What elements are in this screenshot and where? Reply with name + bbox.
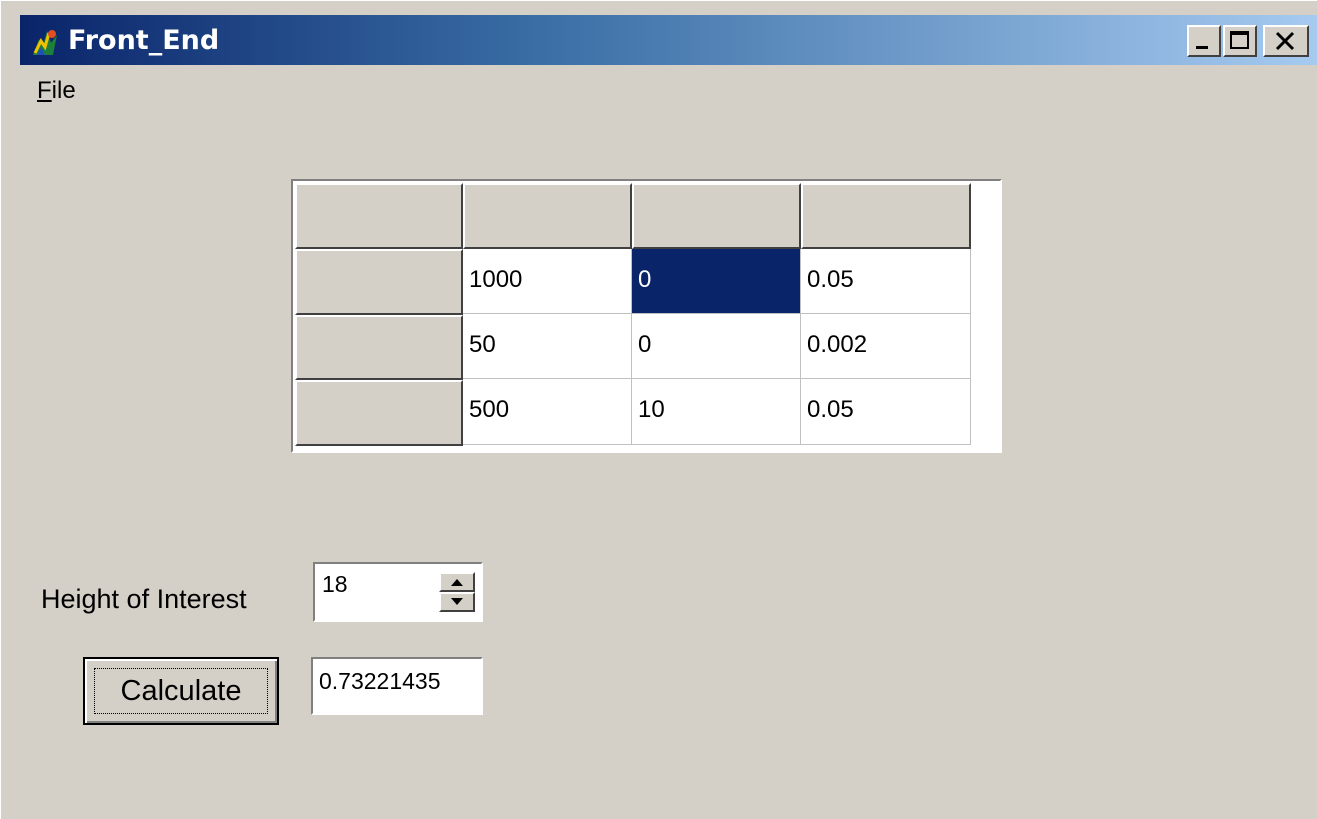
grid-cell[interactable]: 0 (632, 314, 801, 379)
height-of-interest-label: Height of Interest (41, 584, 247, 614)
arrow-up-icon (451, 579, 463, 586)
height-of-interest-spinner[interactable] (313, 562, 483, 622)
height-of-interest-input[interactable] (322, 570, 432, 598)
grid-column-header[interactable] (801, 183, 971, 249)
grid-row-header[interactable] (295, 249, 463, 315)
maximize-icon (1230, 31, 1249, 49)
arrow-down-icon (451, 598, 463, 605)
close-button[interactable] (1263, 25, 1309, 57)
menu-file-accelerator: F (37, 77, 52, 104)
app-icon (33, 30, 57, 55)
grid-column-header[interactable] (632, 183, 801, 249)
grid-cell[interactable]: 0.05 (801, 379, 971, 445)
grid-corner-cell (295, 183, 463, 249)
grid-column-header[interactable] (463, 183, 632, 249)
calculate-button-label: Calculate (120, 675, 242, 707)
close-icon (1275, 31, 1295, 51)
menu-file-label: ile (51, 77, 76, 104)
grid-cell[interactable]: 500 (463, 379, 632, 445)
grid-row-header[interactable] (295, 315, 463, 380)
main-window: Front_End File 1000 0 0.05 50 0 0.002 50… (0, 0, 1317, 819)
title-bar[interactable]: Front_End (20, 15, 1317, 65)
minimize-icon (1196, 46, 1208, 49)
menu-file[interactable]: File (37, 77, 76, 104)
grid-row-header[interactable] (295, 380, 463, 446)
grid-cell[interactable]: 0.05 (801, 249, 971, 314)
grid-cell[interactable]: 0.002 (801, 314, 971, 379)
spinner-up-button[interactable] (439, 572, 475, 592)
data-grid[interactable]: 1000 0 0.05 50 0 0.002 500 10 0.05 (291, 179, 1002, 453)
grid-cell[interactable]: 1000 (463, 249, 632, 314)
menu-bar: File (37, 75, 76, 109)
result-value: 0.73221435 (319, 668, 441, 694)
calculate-button[interactable]: Calculate (83, 657, 279, 725)
grid-cell-selected[interactable]: 0 (632, 249, 801, 314)
minimize-button[interactable] (1187, 25, 1221, 57)
result-field[interactable]: 0.73221435 (311, 657, 483, 715)
grid-cell[interactable]: 10 (632, 379, 801, 445)
maximize-button[interactable] (1223, 25, 1257, 57)
window-title: Front_End (68, 25, 220, 56)
grid-cell[interactable]: 50 (463, 314, 632, 379)
spinner-buttons (439, 572, 475, 612)
spinner-down-button[interactable] (439, 592, 475, 612)
